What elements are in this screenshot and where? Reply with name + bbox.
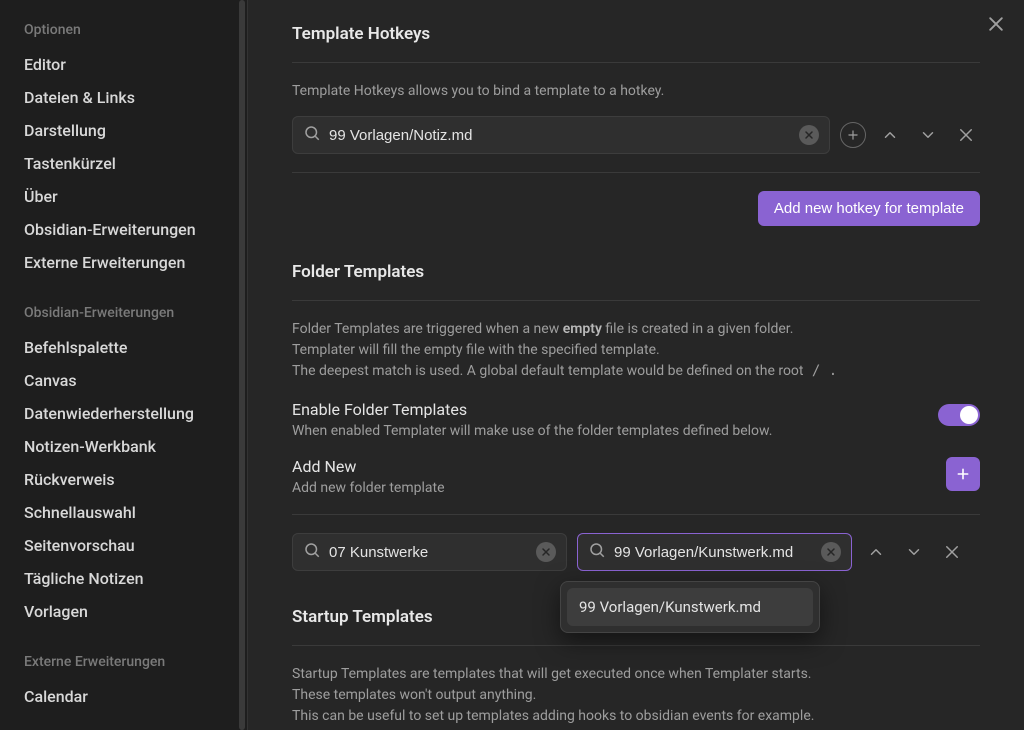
autocomplete-item[interactable]: 99 Vorlagen/Kunstwerk.md	[567, 588, 813, 626]
add-hotkey-button[interactable]: Add new hotkey for template	[758, 191, 980, 226]
enable-folder-templates-toggle[interactable]	[938, 404, 980, 426]
sidebar-section-label: Optionen	[24, 22, 225, 38]
clear-icon[interactable]	[821, 542, 841, 562]
sidebar-item[interactable]: Vorlagen	[24, 595, 225, 628]
folder-templates-title: Folder Templates	[292, 262, 980, 282]
folder-templates-desc: Folder Templates are triggered when a ne…	[292, 319, 980, 382]
move-up-icon[interactable]	[876, 121, 904, 149]
add-new-label: Add New	[292, 457, 928, 476]
search-icon	[588, 541, 606, 563]
sidebar-item[interactable]: Über	[24, 180, 225, 213]
sidebar-item[interactable]: Seitenvorschau	[24, 529, 225, 562]
sidebar-item[interactable]: Editor	[24, 48, 225, 81]
sidebar-item[interactable]: Calendar	[24, 680, 225, 713]
sidebar-item[interactable]: Befehlspalette	[24, 331, 225, 364]
enable-folder-templates-sub: When enabled Templater will make use of …	[292, 423, 920, 439]
folder-input[interactable]	[329, 544, 528, 561]
sidebar-item[interactable]: Canvas	[24, 364, 225, 397]
hotkeys-title: Template Hotkeys	[292, 24, 980, 44]
move-down-icon[interactable]	[900, 538, 928, 566]
scrollbar[interactable]	[239, 0, 245, 730]
sidebar-item[interactable]: Dateien & Links	[24, 81, 225, 114]
sidebar-section-label: Obsidian-Erweiterungen	[24, 305, 225, 321]
delete-icon[interactable]	[952, 121, 980, 149]
hotkey-template-input-wrapper[interactable]	[292, 116, 830, 154]
clear-icon[interactable]	[799, 125, 819, 145]
add-folder-template-button[interactable]	[946, 457, 980, 491]
sidebar-section-label: Externe Erweiterungen	[24, 654, 225, 670]
autocomplete-popup: 99 Vorlagen/Kunstwerk.md	[560, 581, 820, 633]
sidebar-item[interactable]: Externe Erweiterungen	[24, 246, 225, 279]
add-icon[interactable]	[840, 122, 866, 148]
sidebar-item[interactable]: Darstellung	[24, 114, 225, 147]
enable-folder-templates-label: Enable Folder Templates	[292, 400, 920, 419]
sidebar-item[interactable]: Datenwiederherstellung	[24, 397, 225, 430]
sidebar-item[interactable]: Rückverweis	[24, 463, 225, 496]
search-icon	[303, 541, 321, 563]
template-input-wrapper[interactable]	[577, 533, 852, 571]
enable-folder-templates-row: Enable Folder Templates When enabled Tem…	[292, 400, 980, 439]
sidebar-item[interactable]: Schnellauswahl	[24, 496, 225, 529]
sidebar-item[interactable]: Notizen-Werkbank	[24, 430, 225, 463]
settings-main: Template Hotkeys Template Hotkeys allows…	[248, 0, 1024, 730]
move-up-icon[interactable]	[862, 538, 890, 566]
startup-templates-desc: Startup Templates are templates that wil…	[292, 664, 980, 727]
delete-icon[interactable]	[938, 538, 966, 566]
template-input[interactable]	[614, 544, 813, 561]
hotkeys-desc: Template Hotkeys allows you to bind a te…	[292, 81, 980, 102]
sidebar-item[interactable]: Obsidian-Erweiterungen	[24, 213, 225, 246]
folder-input-wrapper[interactable]	[292, 533, 567, 571]
search-icon	[303, 124, 321, 146]
sidebar-item[interactable]: Tägliche Notizen	[24, 562, 225, 595]
add-new-sub: Add new folder template	[292, 480, 928, 496]
hotkey-template-input[interactable]	[329, 127, 791, 144]
add-new-folder-template-row: Add New Add new folder template	[292, 457, 980, 496]
clear-icon[interactable]	[536, 542, 556, 562]
close-icon[interactable]	[986, 14, 1006, 38]
settings-sidebar: Optionen EditorDateien & LinksDarstellung…	[0, 0, 248, 730]
sidebar-item[interactable]: Tastenkürzel	[24, 147, 225, 180]
move-down-icon[interactable]	[914, 121, 942, 149]
